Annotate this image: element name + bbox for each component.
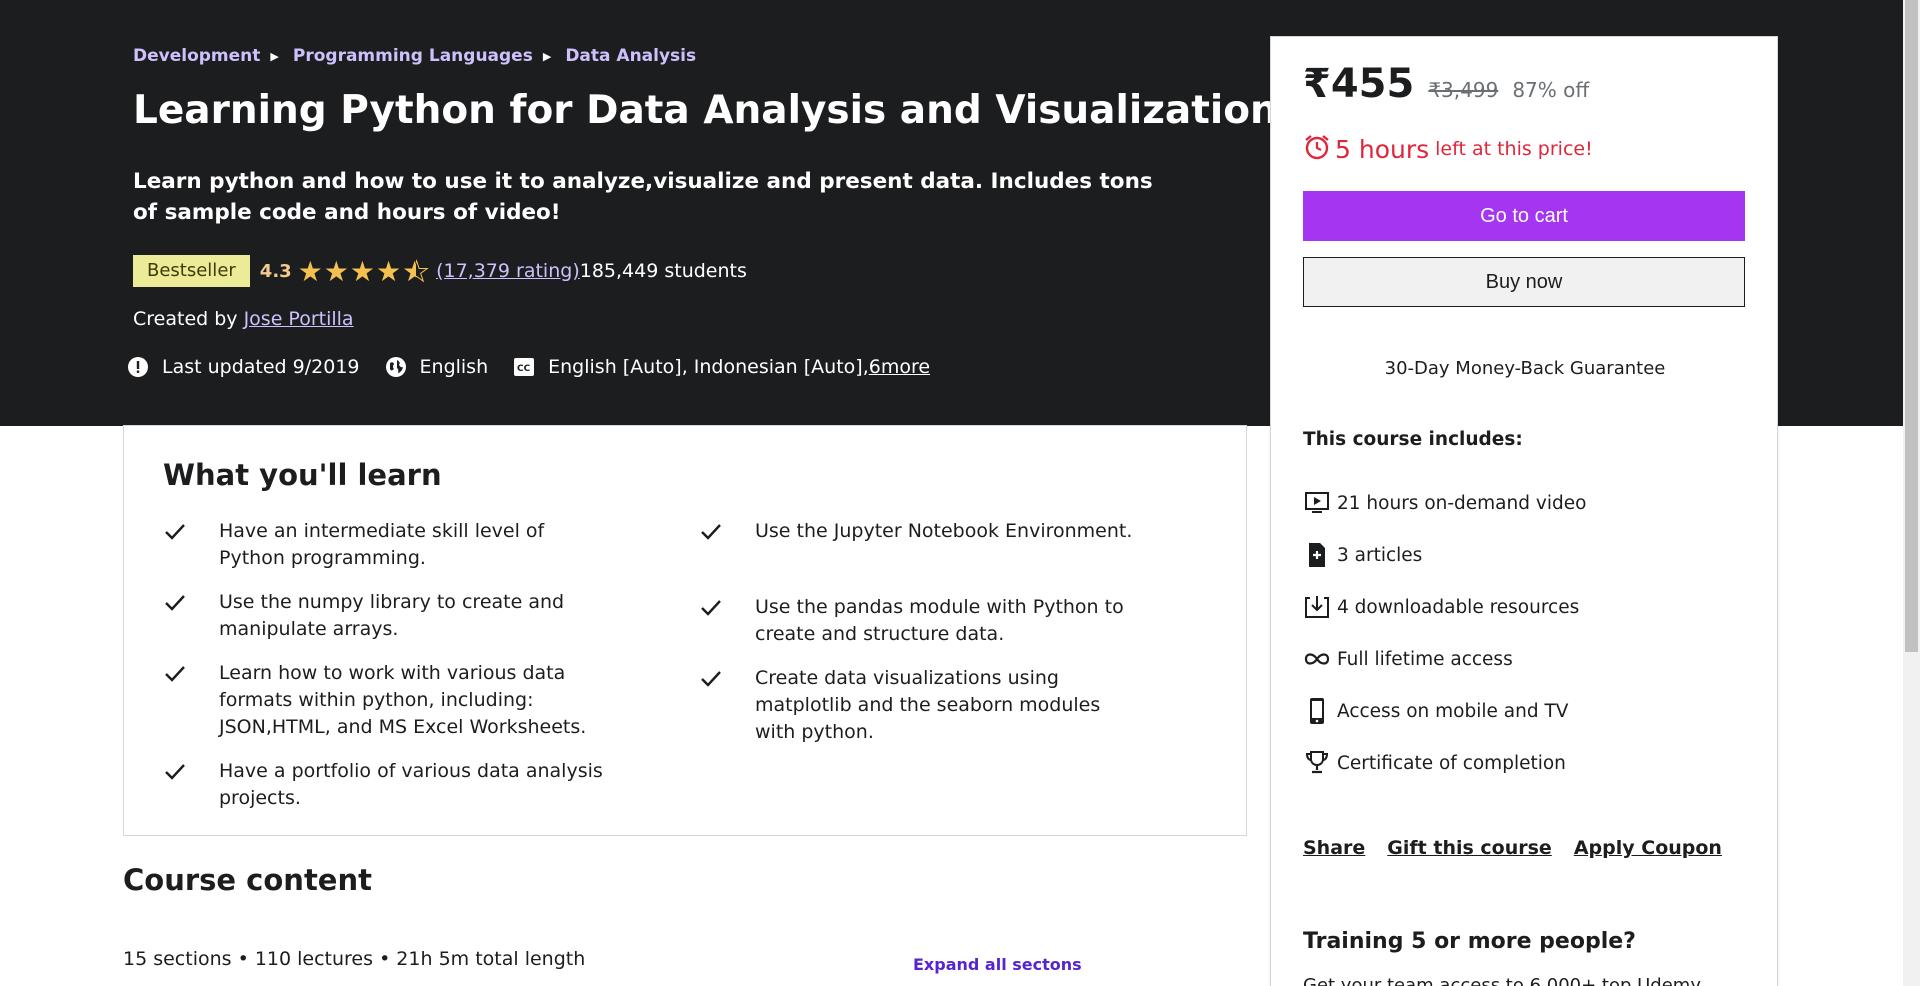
- learn-item-text: Have an intermediate skill level of Pyth…: [219, 520, 545, 569]
- learn-item: Create data visualizations using matplot…: [699, 665, 1139, 746]
- includes-item-label: Certificate of completion: [1337, 752, 1566, 774]
- closed-captions-icon: CC: [512, 355, 536, 379]
- money-back-guarantee: 30-Day Money-Back Guarantee: [1384, 358, 1666, 379]
- original-price: ₹3,499: [1428, 78, 1499, 102]
- learn-item-text: Have a portfolio of various data analysi…: [219, 760, 603, 809]
- download-icon: [1303, 593, 1331, 621]
- trophy-icon: [1303, 749, 1331, 777]
- learn-column-right: Use the Jupyter Notebook Environment. Us…: [699, 518, 1139, 763]
- includes-item-label: 3 articles: [1337, 544, 1423, 566]
- breadcrumb-programming-languages[interactable]: Programming Languages: [293, 46, 533, 66]
- check-icon: [163, 589, 219, 643]
- check-icon: [163, 758, 219, 812]
- training-title: Training 5 or more people?: [1303, 929, 1636, 954]
- apply-coupon-link[interactable]: Apply Coupon: [1574, 837, 1722, 859]
- check-icon: [163, 660, 219, 741]
- share-link[interactable]: Share: [1303, 837, 1365, 859]
- includes-item: Full lifetime access: [1303, 633, 1586, 685]
- created-by: Created by Jose Portilla: [133, 308, 354, 330]
- captions: CC English [Auto], Indonesian [Auto], 6m…: [512, 355, 930, 379]
- includes-item-label: Full lifetime access: [1337, 648, 1513, 670]
- learn-item: Have an intermediate skill level of Pyth…: [163, 518, 603, 572]
- includes-title: This course includes:: [1303, 429, 1523, 450]
- includes-item-label: 21 hours on-demand video: [1337, 492, 1587, 514]
- course-subtitle: Learn python and how to use it to analyz…: [133, 169, 1153, 225]
- what-youll-learn: What you'll learn Have an intermediate s…: [123, 425, 1247, 836]
- learn-item-text: Use the pandas module with Python to cre…: [755, 596, 1124, 645]
- learn-item-text: Create data visualizations using matplot…: [755, 667, 1101, 743]
- check-icon: [699, 518, 755, 550]
- learn-item: Use the numpy library to create and mani…: [163, 589, 603, 643]
- learn-item-text: Learn how to work with various data form…: [219, 662, 587, 738]
- learn-item: Use the Jupyter Notebook Environment.: [699, 518, 1139, 550]
- course-content-meta: 15 sections • 110 lectures • 21h 5m tota…: [123, 948, 586, 970]
- check-icon: [699, 665, 755, 746]
- includes-item: 4 downloadable resources: [1303, 581, 1586, 633]
- rating-value: 4.3: [259, 260, 292, 282]
- language: English: [384, 355, 489, 379]
- buy-now-button[interactable]: Buy now: [1303, 257, 1745, 307]
- last-updated-text: Last updated 9/2019: [162, 356, 360, 378]
- alert-icon: [126, 355, 150, 379]
- students-count: 185,449 students: [579, 260, 747, 282]
- bestseller-badge: Bestseller: [133, 255, 250, 287]
- go-to-cart-button[interactable]: Go to cart: [1303, 191, 1745, 241]
- check-icon: [699, 594, 755, 648]
- learn-item-text: Use the numpy library to create and mani…: [219, 591, 565, 640]
- infinity-icon: [1303, 645, 1331, 673]
- current-price: ₹455: [1303, 61, 1415, 107]
- learn-item-text: Use the Jupyter Notebook Environment.: [755, 520, 1133, 542]
- includes-list: 21 hours on-demand video 3 articles 4 do…: [1303, 477, 1586, 789]
- author-link[interactable]: Jose Portilla: [244, 308, 354, 330]
- video-icon: [1303, 489, 1331, 517]
- course-content-title: Course content: [123, 863, 372, 897]
- check-icon: [163, 518, 219, 572]
- course-title: Learning Python for Data Analysis and Vi…: [133, 88, 1278, 133]
- scrollbar-thumb[interactable]: [1905, 0, 1918, 652]
- last-updated: Last updated 9/2019: [126, 355, 360, 379]
- includes-item-label: 4 downloadable resources: [1337, 596, 1580, 618]
- purchase-sidebar: ₹455 ₹3,499 87% off 5 hours left at this…: [1270, 36, 1778, 986]
- rating-count-link[interactable]: (17,379 rating): [436, 260, 580, 282]
- timer-text: left at this price!: [1435, 138, 1593, 160]
- includes-item-label: Access on mobile and TV: [1337, 700, 1569, 722]
- breadcrumb: Development ▶ Programming Languages ▶ Da…: [133, 46, 696, 66]
- learn-item: Have a portfolio of various data analysi…: [163, 758, 603, 812]
- star-rating-icon: ★★★★★★: [297, 254, 431, 288]
- includes-item: Access on mobile and TV: [1303, 685, 1586, 737]
- page: Development ▶ Programming Languages ▶ Da…: [0, 0, 1920, 986]
- created-by-label: Created by: [133, 308, 244, 330]
- mobile-icon: [1303, 697, 1331, 725]
- svg-text:CC: CC: [517, 364, 531, 374]
- learn-title: What you'll learn: [163, 458, 442, 492]
- rating-row: Bestseller 4.3 ★★★★★★ (17,379 rating) 18…: [133, 254, 747, 288]
- captions-text: English [Auto], Indonesian [Auto],: [548, 356, 869, 378]
- article-icon: [1303, 541, 1331, 569]
- includes-item: Certificate of completion: [1303, 737, 1586, 789]
- learn-item: Learn how to work with various data form…: [163, 660, 603, 741]
- timer-hours: 5 hours: [1335, 134, 1430, 164]
- alarm-clock-icon: [1303, 133, 1331, 165]
- learn-item: Use the pandas module with Python to cre…: [699, 594, 1139, 648]
- language-text: English: [419, 356, 489, 378]
- learn-column-left: Have an intermediate skill level of Pyth…: [163, 518, 603, 829]
- includes-item: 3 articles: [1303, 529, 1586, 581]
- expand-all-sections-button[interactable]: Expand all sectons: [913, 955, 1082, 974]
- sidebar-links: Share Gift this course Apply Coupon: [1303, 837, 1744, 859]
- chevron-right-icon: ▶: [270, 49, 279, 63]
- page-scrollbar[interactable]: [1903, 0, 1920, 986]
- course-meta: Last updated 9/2019 English CC English […: [126, 355, 954, 379]
- captions-more-link[interactable]: 6more: [869, 356, 930, 378]
- training-text: Get your team access to 6,000+ top Udemy: [1303, 975, 1701, 986]
- discount-percent: 87% off: [1512, 78, 1590, 102]
- gift-course-link[interactable]: Gift this course: [1387, 837, 1552, 859]
- price-row: ₹455 ₹3,499 87% off: [1303, 61, 1589, 107]
- breadcrumb-data-analysis[interactable]: Data Analysis: [565, 46, 696, 66]
- includes-item: 21 hours on-demand video: [1303, 477, 1586, 529]
- breadcrumb-development[interactable]: Development: [133, 46, 260, 66]
- globe-icon: [384, 355, 408, 379]
- chevron-right-icon: ▶: [542, 49, 552, 63]
- price-timer: 5 hours left at this price!: [1303, 133, 1593, 165]
